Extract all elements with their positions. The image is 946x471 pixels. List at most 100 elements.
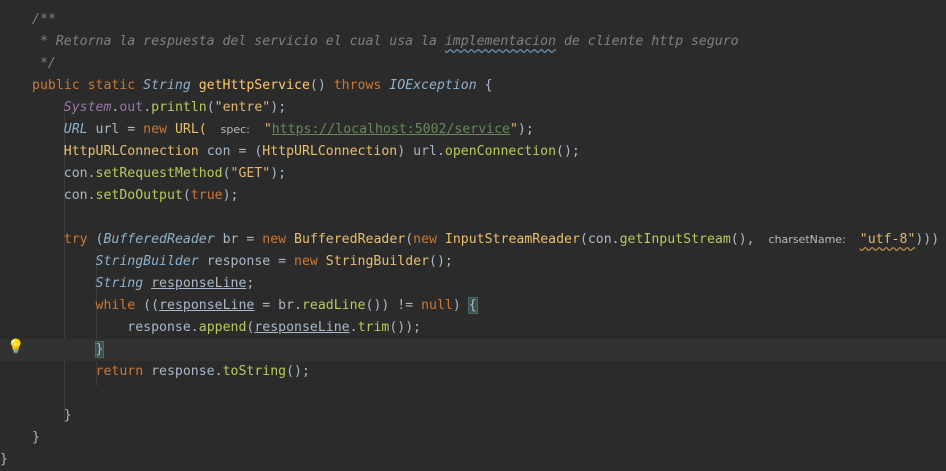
code-line-text: while ((responseLine = br.readLine()) !=…: [32, 295, 478, 317]
code-line-text: response.append(responseLine.trim());: [32, 317, 421, 339]
code-token: IOException: [389, 78, 477, 93]
code-token: (: [222, 166, 231, 181]
code-token: ((: [143, 298, 160, 313]
code-token: .: [143, 100, 152, 115]
code-token: new: [262, 232, 295, 247]
code-line-text: System.out.println("entre");: [32, 97, 286, 119]
code-token: setRequestMethod: [95, 166, 223, 181]
code-token: throws: [333, 78, 390, 93]
code-token: implementacion: [444, 34, 557, 49]
code-token: String: [143, 78, 199, 93]
code-token: (: [206, 100, 215, 115]
code-token: con.: [63, 166, 96, 181]
code-line[interactable]: }: [0, 339, 946, 361]
code-token: = br.: [254, 298, 302, 313]
code-token: append: [198, 320, 247, 335]
code-token: new: [294, 254, 326, 269]
lightbulb-icon[interactable]: 💡: [7, 339, 24, 355]
code-token: (): [309, 78, 334, 93]
code-token: );: [270, 100, 287, 115]
code-token: BufferedReader: [294, 232, 406, 247]
code-token: (: [405, 232, 414, 247]
code-token: return: [95, 364, 152, 379]
parameter-hint: spec:: [220, 123, 250, 136]
code-token: ());: [389, 320, 422, 335]
code-token: "utf-8": [859, 232, 916, 247]
code-line-text: */: [32, 53, 56, 75]
code-editor[interactable]: /** * Retorna la respuesta del servicio …: [0, 0, 946, 467]
code-token: {: [476, 78, 493, 93]
code-token: null: [421, 298, 453, 313]
code-line-text: URL url = new URL( spec: "https://localh…: [32, 119, 534, 141]
code-token: URL: [63, 122, 96, 137]
code-token: StringBuilder: [325, 254, 430, 269]
code-line-text: con.setDoOutput(true);: [32, 185, 239, 207]
code-token: {: [467, 297, 478, 314]
code-token: (),: [730, 232, 763, 247]
code-token: responseLine: [254, 320, 350, 335]
parameter-hint: charsetName:: [768, 233, 846, 246]
code-token: ;: [246, 276, 255, 291]
code-line-text: try (BufferedReader br = new BufferedRea…: [32, 229, 946, 251]
code-line-text: StringBuilder response = new StringBuild…: [32, 251, 453, 273]
code-line-text: HttpURLConnection con = (HttpURLConnecti…: [32, 141, 580, 163]
code-token: ": [509, 122, 518, 137]
code-token: url =: [95, 122, 144, 137]
code-token: https://localhost:5002/service: [271, 122, 510, 137]
code-line-text: public static String getHttpService() th…: [32, 75, 493, 97]
code-token: br =: [222, 232, 263, 247]
code-line-text: }: [0, 449, 8, 471]
code-token: con.: [63, 188, 96, 203]
code-token: }: [94, 341, 105, 358]
code-token: getHttpService: [198, 78, 310, 93]
code-line-text: return response.toString();: [32, 361, 310, 383]
code-token: .: [349, 320, 358, 335]
code-token: response =: [206, 254, 295, 269]
code-token: response.: [127, 320, 199, 335]
code-token: ();: [556, 144, 580, 159]
code-token: new: [143, 122, 175, 137]
code-token: /**: [32, 12, 56, 27]
code-token: true: [190, 188, 223, 203]
code-line-text: /**: [32, 9, 56, 31]
code-token: de cliente http seguro: [556, 34, 739, 49]
code-token: );: [222, 188, 239, 203]
code-token: out: [119, 100, 144, 115]
code-token: String: [95, 276, 152, 291]
code-token: ();: [286, 364, 310, 379]
code-token: ): [452, 298, 469, 313]
code-token: }: [32, 430, 40, 445]
code-token: "entre": [214, 100, 271, 115]
code-token: ))) {: [915, 232, 940, 247]
editor-gutter[interactable]: [0, 0, 30, 464]
code-token: );: [270, 166, 287, 181]
code-token: toString: [222, 364, 287, 379]
code-token: StringBuilder: [95, 254, 207, 269]
code-token: ) url.: [397, 144, 445, 159]
code-token: HttpURLConnection: [63, 144, 207, 159]
code-token: openConnection: [444, 144, 557, 159]
code-token: try: [63, 232, 96, 247]
code-token: setDoOutput: [95, 188, 183, 203]
code-token: responseLine: [159, 298, 255, 313]
code-token: con = (: [206, 144, 263, 159]
code-token: new: [413, 232, 445, 247]
code-line-text: }: [32, 339, 105, 361]
code-token: println: [151, 100, 207, 115]
code-token: );: [517, 122, 534, 137]
code-token: response.: [151, 364, 223, 379]
code-token: getInputStream: [619, 232, 731, 247]
code-token: responseLine: [151, 276, 247, 291]
code-line-text: String responseLine;: [32, 273, 255, 295]
